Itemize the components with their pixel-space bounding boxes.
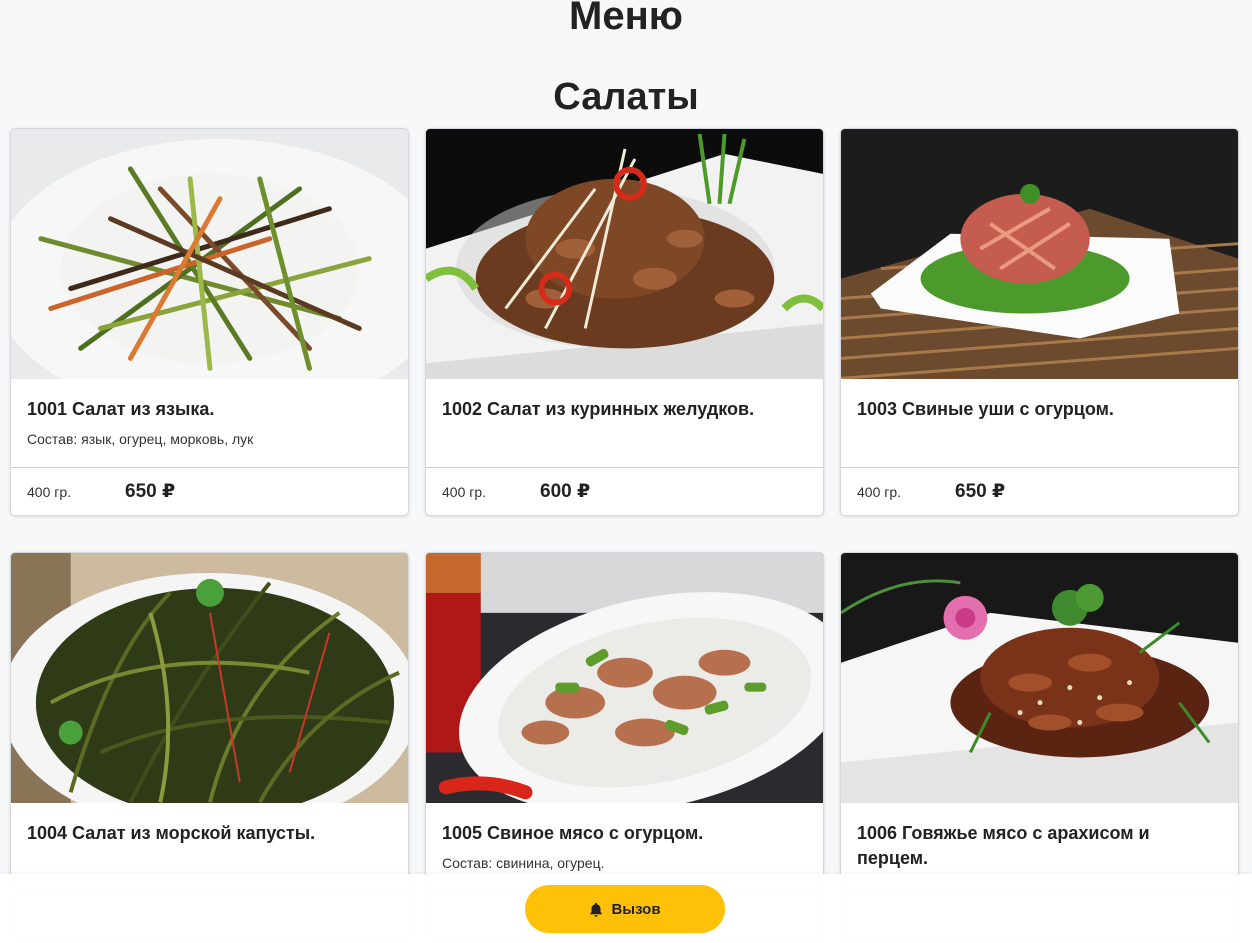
dish-card[interactable]: 1002 Салат из куринных желудков. 400 гр.… — [425, 128, 824, 516]
pig-ear-salad-photo — [841, 129, 1238, 380]
call-waiter-button[interactable]: Вызов — [525, 885, 725, 933]
chicken-gizzard-salad-photo — [426, 129, 823, 380]
card-footer: 400 гр. 650 ₽ — [11, 467, 408, 515]
seaweed-salad-photo — [11, 553, 408, 804]
dish-weight: 400 гр. — [857, 483, 902, 500]
dish-card[interactable]: 1001 Салат из языка. Состав: язык, огуре… — [10, 128, 409, 516]
dish-price: 650 ₽ — [125, 481, 176, 503]
beef-peanut-pepper-photo — [841, 553, 1238, 804]
section-title: Салаты — [553, 76, 699, 118]
page-title: Меню — [569, 0, 683, 38]
card-footer: 400 гр. 650 ₽ — [841, 467, 1238, 515]
card-footer: 400 гр. 600 ₽ — [426, 467, 823, 515]
card-body: 1002 Салат из куринных желудков. — [426, 379, 823, 467]
dish-price: 600 ₽ — [540, 481, 591, 503]
dish-price: 650 ₽ — [955, 481, 1006, 503]
dish-title: 1006 Говяжье мясо с арахисом и перцем. — [857, 823, 1150, 869]
dish-title: 1005 Свиное мясо с огурцом. — [442, 823, 704, 844]
call-button-label: Вызов — [611, 900, 661, 918]
dish-title: 1003 Свиные уши с огурцом. — [857, 399, 1114, 420]
menu-page: Меню Салаты 1001 Салат из языка. Состав:… — [0, 0, 1252, 943]
dish-title: 1004 Салат из морской капусты. — [27, 823, 316, 844]
dish-ingredients: Состав: язык, огурец, морковь, лук — [27, 431, 254, 448]
dish-title: 1001 Салат из языка. — [27, 399, 215, 420]
dish-weight: 400 гр. — [442, 483, 487, 500]
card-body: 1001 Салат из языка. Состав: язык, огуре… — [11, 379, 408, 467]
bell-icon — [590, 902, 603, 917]
card-body: 1003 Свиные уши с огурцом. — [841, 379, 1238, 467]
dish-card[interactable]: 1003 Свиные уши с огурцом. 400 гр. 650 ₽ — [840, 128, 1239, 516]
dish-weight: 400 гр. — [27, 483, 72, 500]
dish-title: 1002 Салат из куринных желудков. — [442, 399, 755, 420]
tongue-salad-photo — [11, 129, 408, 380]
dish-grid: 1001 Салат из языка. Состав: язык, огуре… — [10, 128, 1240, 940]
pork-cucumber-photo — [426, 553, 823, 804]
dish-ingredients: Состав: свинина, огурец. — [442, 855, 605, 872]
